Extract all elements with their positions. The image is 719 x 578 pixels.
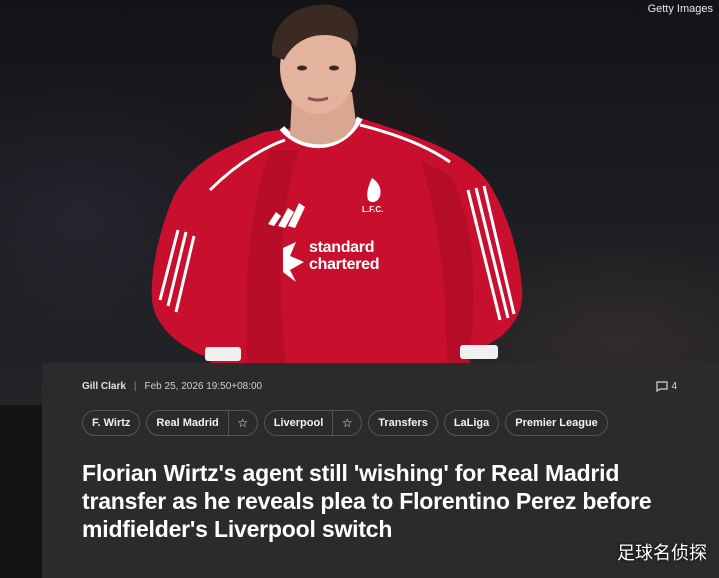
- tag-label: Transfers: [378, 417, 428, 429]
- tag-chip-laliga[interactable]: LaLiga: [443, 410, 500, 436]
- tag-chip-transfers[interactable]: Transfers: [368, 410, 438, 436]
- tag-label: Liverpool: [273, 417, 324, 429]
- tag-label: Premier League: [515, 417, 598, 429]
- tag-label: F. Wirtz: [92, 417, 131, 429]
- tag-chip-real-madrid[interactable]: Real Madrid ☆: [146, 410, 258, 436]
- comments-button[interactable]: 4: [656, 381, 677, 392]
- follow-star-icon[interactable]: ☆: [332, 411, 361, 435]
- tag-chip-liverpool[interactable]: Liverpool ☆: [263, 410, 363, 436]
- tag-label: LaLiga: [453, 417, 490, 429]
- meta-separator: |: [133, 381, 137, 392]
- tag-label: Real Madrid: [156, 417, 219, 429]
- comment-count: 4: [671, 381, 677, 392]
- tag-chip-f-wirtz[interactable]: F. Wirtz: [82, 410, 141, 436]
- comment-icon: [656, 381, 669, 392]
- player-photo: [151, 4, 523, 405]
- follow-star-icon[interactable]: ☆: [227, 411, 257, 435]
- publish-timestamp: Feb 25, 2026 19:50+08:00: [144, 381, 263, 392]
- page-margin: [0, 405, 42, 578]
- watermark-text: 足球名侦探: [617, 543, 707, 564]
- tag-list: F. Wirtz Real Madrid ☆ Liverpool ☆ Trans…: [82, 410, 608, 436]
- crest-text: L.F.C.: [362, 205, 384, 214]
- tag-chip-premier-league[interactable]: Premier League: [505, 410, 608, 436]
- shirt-sponsor-text: standard chartered: [309, 239, 380, 273]
- article-meta: Gill Clark | Feb 25, 2026 19:50+08:00: [82, 381, 262, 392]
- hero-image: Getty Images standard chartered L.F.C.: [0, 0, 719, 405]
- author-link[interactable]: Gill Clark: [82, 381, 126, 392]
- article-headline: Florian Wirtz's agent still 'wishing' fo…: [82, 460, 652, 542]
